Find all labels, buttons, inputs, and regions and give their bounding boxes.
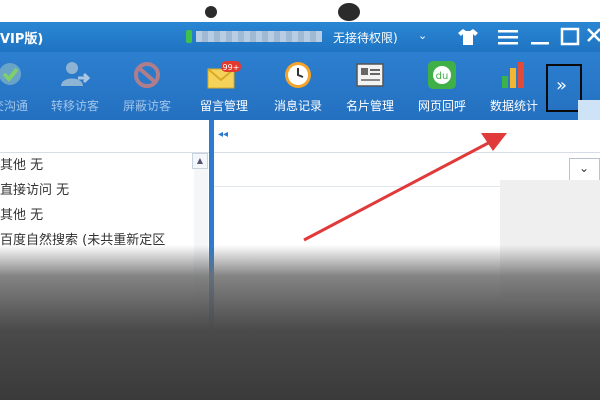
- chevron-down-icon: ⌄: [579, 161, 590, 175]
- unread-badge: 99+: [223, 63, 240, 72]
- maximize-button[interactable]: [558, 25, 582, 49]
- toolbar-label: 转移访客: [50, 99, 99, 113]
- dark-blob: [205, 6, 217, 18]
- toolbar-item-message-management[interactable]: 99+ 留言管理: [194, 60, 254, 118]
- toolbar-item-web-callback[interactable]: du 网页回呼: [412, 60, 472, 118]
- toolbar-label: 屏蔽访客: [122, 99, 171, 113]
- transfer-visitor-icon: [58, 60, 92, 90]
- close-icon: [587, 28, 600, 42]
- envelope-icon: 99+: [207, 60, 241, 90]
- title-bar: VIP版) 无接待权限) ⌄: [0, 22, 600, 52]
- minimize-button[interactable]: [528, 25, 552, 49]
- close-button[interactable]: [584, 25, 600, 49]
- status-text: 无接待权限): [333, 31, 398, 45]
- toolbar-label: 网页回呼: [417, 99, 466, 113]
- toolbar-label: 数据统计: [489, 99, 538, 113]
- top-strip: [0, 0, 600, 22]
- visitor-source-list: 其他 无 直接访问 无 其他 无 百度自然搜索 (未共重新定区: [0, 153, 194, 253]
- menu-button[interactable]: [496, 25, 520, 49]
- hamburger-icon: [498, 30, 518, 45]
- toolbar-item-message-history[interactable]: 消息记录: [268, 60, 328, 118]
- tshirt-icon: [458, 29, 478, 45]
- toolbar-item-card-management[interactable]: 名片管理: [340, 60, 400, 118]
- toolbar: 交沟通 转移访客 屏蔽访客 99+ 留言管理 消息记录 名片管理: [0, 52, 600, 120]
- scroll-up-button[interactable]: ▲: [192, 153, 208, 169]
- online-status-icon: [186, 30, 192, 43]
- minimize-icon: [531, 42, 549, 45]
- callback-icon-text: du: [436, 71, 449, 82]
- toolbar-item-statistics[interactable]: 数据统计: [484, 60, 544, 118]
- blurred-account-name: [196, 31, 322, 42]
- more-tools-button[interactable]: »: [546, 64, 582, 112]
- app-title: VIP版): [0, 32, 44, 47]
- toolbar-item-block-visitor[interactable]: 屏蔽访客: [118, 60, 176, 118]
- collapse-left-icon[interactable]: ◂◂: [218, 129, 228, 140]
- maximize-icon: [560, 27, 580, 46]
- list-item[interactable]: 直接访问 无: [0, 178, 194, 203]
- toolbar-item-transfer-visitor[interactable]: 转移访客: [46, 60, 104, 118]
- toolbar-label: 交沟通: [0, 99, 28, 113]
- dark-blob: [338, 3, 360, 21]
- left-panel-header: [0, 120, 211, 153]
- toolbar-label: 消息记录: [273, 99, 322, 113]
- wrench-icon[interactable]: [578, 100, 600, 120]
- detail-panel-header: ◂◂: [214, 120, 600, 153]
- block-icon: [130, 60, 164, 90]
- toolbar-label: 留言管理: [199, 99, 248, 113]
- callback-icon: du: [425, 60, 459, 90]
- double-chevron-right-icon: »: [556, 75, 568, 96]
- clock-icon: [281, 60, 315, 90]
- status-dropdown-icon[interactable]: ⌄: [418, 29, 427, 42]
- toolbar-label: 名片管理: [345, 99, 394, 113]
- business-card-icon: [353, 60, 387, 90]
- list-item[interactable]: 其他 无: [0, 153, 194, 178]
- chat-check-icon: [0, 60, 27, 90]
- list-item[interactable]: 其他 无: [0, 203, 194, 228]
- toolbar-item-chat[interactable]: 交沟通: [0, 60, 34, 118]
- dark-gradient-overlay: [0, 245, 600, 400]
- detail-dropdown[interactable]: ⌄: [569, 158, 600, 182]
- bar-chart-icon: [497, 60, 531, 90]
- skin-button[interactable]: [456, 25, 480, 49]
